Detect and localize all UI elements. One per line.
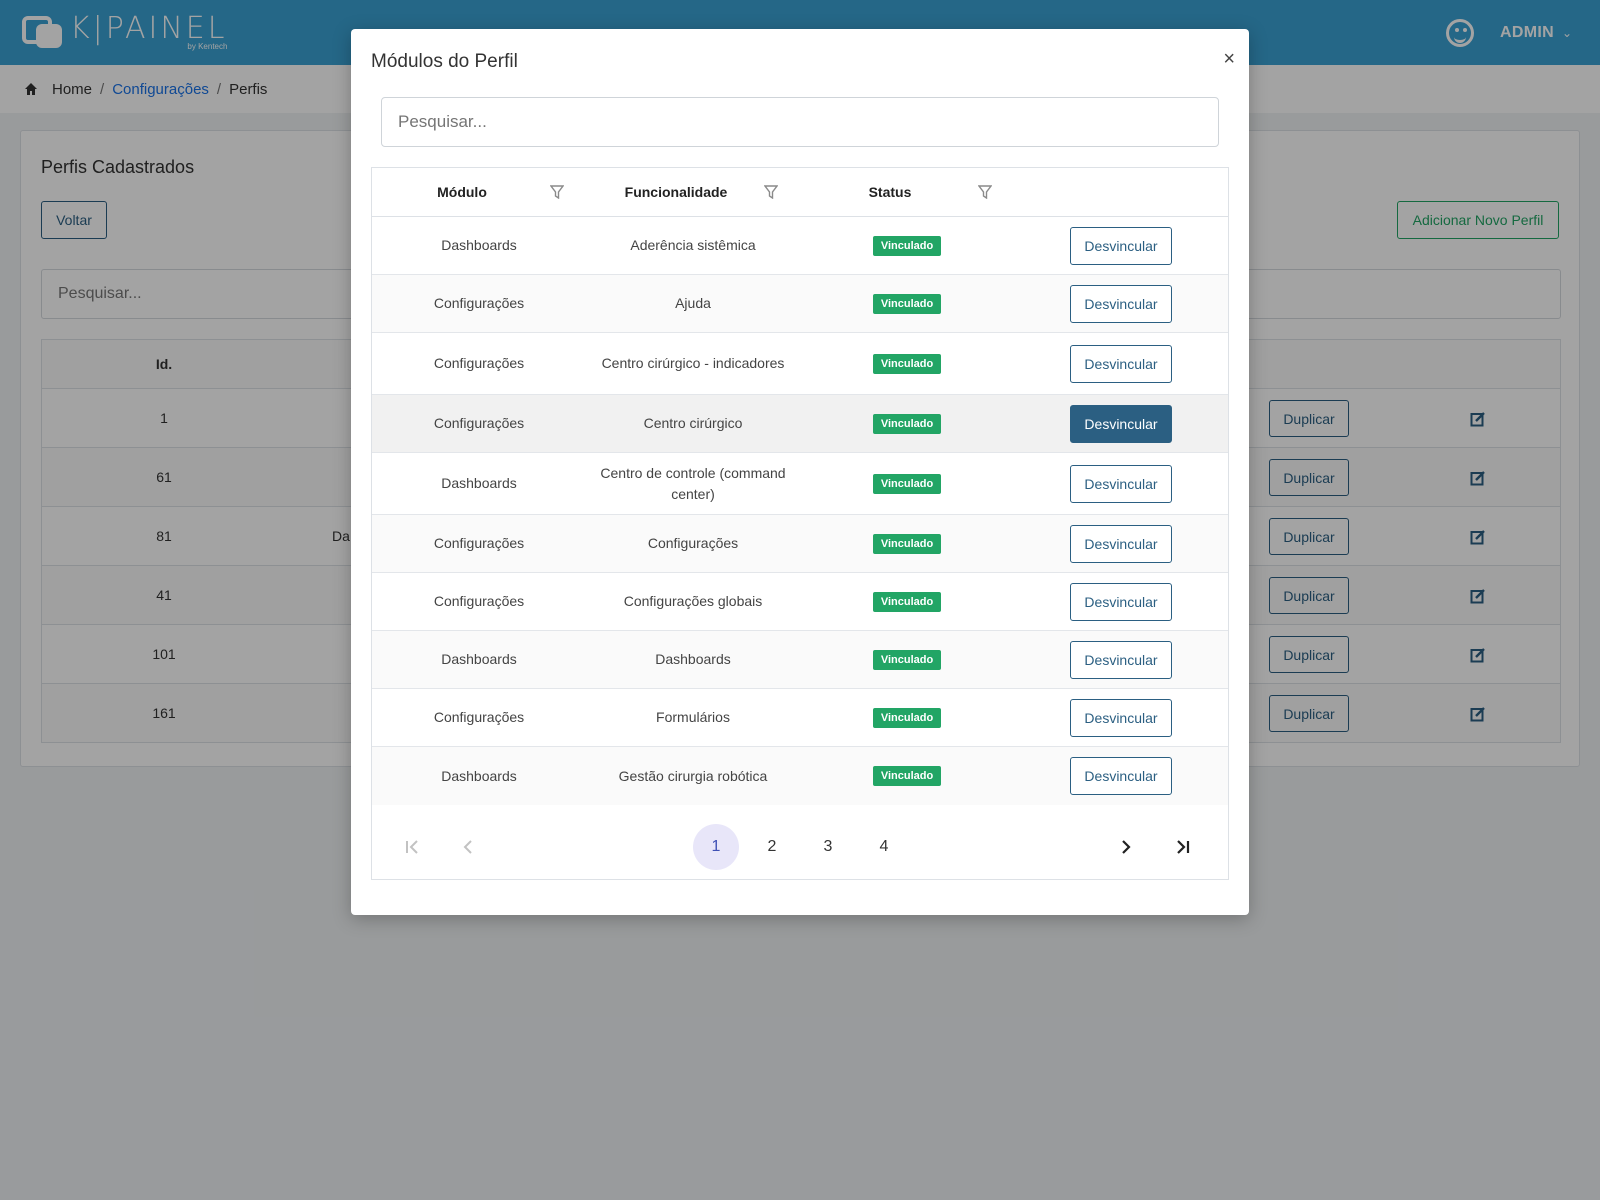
- status-badge: Vinculado: [872, 591, 942, 612]
- feature-cell: Formulários: [656, 709, 730, 725]
- modules-table: Módulo Funcionalidade Status Dashboards …: [371, 167, 1229, 880]
- unlink-button[interactable]: Desvincular: [1070, 284, 1172, 323]
- action-cell: Desvincular: [1014, 631, 1228, 688]
- action-cell: Desvincular: [1014, 333, 1228, 394]
- module-cell: Dashboards: [441, 651, 517, 667]
- table-row: Dashboards Centro de controle (command c…: [372, 453, 1228, 515]
- page-button-4[interactable]: 4: [861, 824, 907, 870]
- feature-cell: Dashboards: [655, 651, 731, 667]
- action-cell: Desvincular: [1014, 395, 1228, 452]
- table-row: Dashboards Dashboards Vinculado Desvincu…: [372, 631, 1228, 689]
- status-cell: Vinculado: [800, 453, 1014, 514]
- module-cell: Configurações: [433, 295, 525, 311]
- status-badge: Vinculado: [872, 293, 942, 314]
- filter-icon[interactable]: [550, 185, 564, 199]
- status-cell: Vinculado: [800, 515, 1014, 572]
- module-cell: Dashboards: [441, 475, 517, 491]
- status-badge: Vinculado: [872, 766, 942, 786]
- module-cell: Dashboards: [441, 237, 517, 253]
- status-badge: Vinculado: [872, 649, 942, 670]
- module-cell: Dashboards: [441, 767, 517, 784]
- module-cell: Configurações: [433, 593, 525, 609]
- feature-cell: Configurações globais: [623, 593, 763, 609]
- module-cell: Configurações: [433, 709, 525, 725]
- table-row: Configurações Formulários Vinculado Desv…: [372, 689, 1228, 747]
- feature-cell: Aderência sistêmica: [630, 237, 756, 253]
- unlink-button[interactable]: Desvincular: [1070, 524, 1172, 563]
- table-row: Configurações Configurações Vinculado De…: [372, 515, 1228, 573]
- status-cell: Vinculado: [800, 747, 1014, 805]
- modal-title: Módulos do Perfil: [371, 51, 518, 72]
- table-row: Configurações Centro cirúrgico - indicad…: [372, 333, 1228, 395]
- status-cell: Vinculado: [800, 275, 1014, 332]
- table-header-row: Módulo Funcionalidade Status: [372, 168, 1228, 217]
- column-header-feature[interactable]: Funcionalidade: [586, 168, 766, 216]
- table-row: Dashboards Gestão cirurgia robótica Vinc…: [372, 747, 1228, 805]
- feature-cell: Ajuda: [675, 295, 711, 311]
- table-row: Configurações Configurações globais Vinc…: [372, 573, 1228, 631]
- pagination: 1 2 3 4: [372, 815, 1228, 879]
- status-badge: Vinculado: [872, 707, 942, 728]
- unlink-button[interactable]: Desvincular: [1070, 698, 1172, 737]
- feature-cell: Configurações: [647, 535, 739, 551]
- status-cell: Vinculado: [800, 333, 1014, 394]
- first-page-icon[interactable]: [402, 837, 422, 857]
- action-cell: Desvincular: [1014, 275, 1228, 332]
- unlink-button[interactable]: Desvincular: [1070, 582, 1172, 621]
- column-header-status[interactable]: Status: [800, 168, 980, 216]
- modal-search-input[interactable]: [381, 97, 1219, 147]
- module-cell: Configurações: [433, 415, 525, 431]
- status-badge: Vinculado: [872, 235, 942, 256]
- status-badge: Vinculado: [872, 413, 942, 434]
- filter-icon[interactable]: [978, 185, 992, 199]
- feature-cell: Centro cirúrgico - indicadores: [601, 355, 785, 371]
- page-button-2[interactable]: 2: [749, 824, 795, 870]
- table-row: Configurações Ajuda Vinculado Desvincula…: [372, 275, 1228, 333]
- filter-icon[interactable]: [764, 185, 778, 199]
- unlink-button[interactable]: Desvincular: [1070, 640, 1172, 679]
- feature-cell: Centro cirúrgico: [643, 415, 743, 431]
- unlink-button[interactable]: Desvincular: [1070, 757, 1172, 795]
- column-header-module[interactable]: Módulo: [372, 168, 552, 216]
- action-cell: Desvincular: [1014, 453, 1228, 514]
- action-cell: Desvincular: [1014, 573, 1228, 630]
- status-badge: Vinculado: [872, 353, 942, 374]
- table-row: Dashboards Aderência sistêmica Vinculado…: [372, 217, 1228, 275]
- action-cell: Desvincular: [1014, 747, 1228, 805]
- status-cell: Vinculado: [800, 217, 1014, 274]
- page-button-1[interactable]: 1: [693, 824, 739, 870]
- previous-page-icon[interactable]: [458, 837, 478, 857]
- action-cell: Desvincular: [1014, 217, 1228, 274]
- status-cell: Vinculado: [800, 631, 1014, 688]
- status-cell: Vinculado: [800, 689, 1014, 746]
- feature-cell: Gestão cirurgia robótica: [618, 767, 768, 784]
- status-badge: Vinculado: [872, 533, 942, 554]
- unlink-button[interactable]: Desvincular: [1070, 464, 1172, 503]
- status-badge: Vinculado: [872, 473, 942, 494]
- module-cell: Configurações: [433, 535, 525, 551]
- action-cell: Desvincular: [1014, 515, 1228, 572]
- close-icon[interactable]: ×: [1223, 49, 1235, 69]
- table-row: Configurações Centro cirúrgico Vinculado…: [372, 395, 1228, 453]
- unlink-button[interactable]: Desvincular: [1070, 344, 1172, 383]
- last-page-icon[interactable]: [1173, 837, 1193, 857]
- next-page-icon[interactable]: [1116, 837, 1136, 857]
- status-cell: Vinculado: [800, 395, 1014, 452]
- module-cell: Configurações: [433, 355, 525, 371]
- unlink-button[interactable]: Desvincular: [1070, 404, 1172, 443]
- feature-cell: Centro de controle (command center): [600, 464, 786, 502]
- unlink-button[interactable]: Desvincular: [1070, 226, 1172, 265]
- status-cell: Vinculado: [800, 573, 1014, 630]
- action-cell: Desvincular: [1014, 689, 1228, 746]
- page-button-3[interactable]: 3: [805, 824, 851, 870]
- profile-modules-modal: Módulos do Perfil × Módulo Funcionalidad…: [351, 29, 1249, 915]
